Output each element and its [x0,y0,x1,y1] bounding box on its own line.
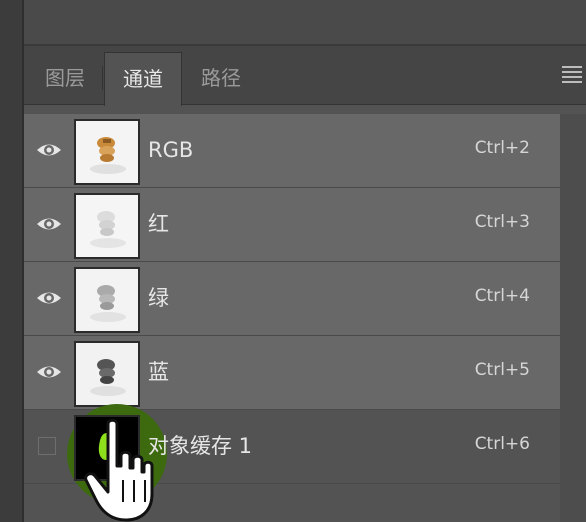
channel-thumbnail [74,193,140,259]
channel-row-blue[interactable]: 蓝 Ctrl+5 [24,336,560,410]
green-thumbnail-image [76,269,138,331]
blue-thumbnail-image [76,343,138,405]
channel-thumbnail [74,267,140,333]
panel-tab-bar: 图层 通道 路径 [24,46,586,106]
tab-paths[interactable]: 路径 [182,52,260,104]
channel-thumbnail [74,119,140,185]
tab-divider [102,66,103,90]
channel-name: RGB [148,138,194,162]
channel-name: 蓝 [148,360,169,384]
rgb-thumbnail-image [76,121,138,183]
tab-layers[interactable]: 图层 [28,52,102,104]
panel-menu-icon[interactable] [562,66,582,83]
channel-row-rgb[interactable]: RGB Ctrl+2 [24,114,560,188]
left-dock-strip [0,0,22,522]
channel-shortcut: Ctrl+4 [474,286,530,306]
channel-name: 绿 [148,286,169,310]
scrollbar-track[interactable] [560,114,586,522]
channel-row-green[interactable]: 绿 Ctrl+4 [24,262,560,336]
channel-row-red[interactable]: 红 Ctrl+3 [24,188,560,262]
visibility-toggle[interactable] [38,437,56,455]
channel-shortcut: Ctrl+2 [474,138,530,158]
eye-icon[interactable] [36,214,62,234]
eye-icon[interactable] [36,140,62,160]
channel-shortcut: Ctrl+5 [474,360,530,380]
channel-name: 红 [148,212,169,236]
eye-icon[interactable] [36,362,62,382]
channel-shortcut: Ctrl+6 [474,434,530,454]
tab-channels[interactable]: 通道 [104,52,182,106]
red-thumbnail-image [76,195,138,257]
eye-icon[interactable] [36,288,62,308]
upper-panel-area [24,0,586,46]
hand-pointer-icon [84,418,154,522]
channel-thumbnail [74,341,140,407]
channel-shortcut: Ctrl+3 [474,212,530,232]
